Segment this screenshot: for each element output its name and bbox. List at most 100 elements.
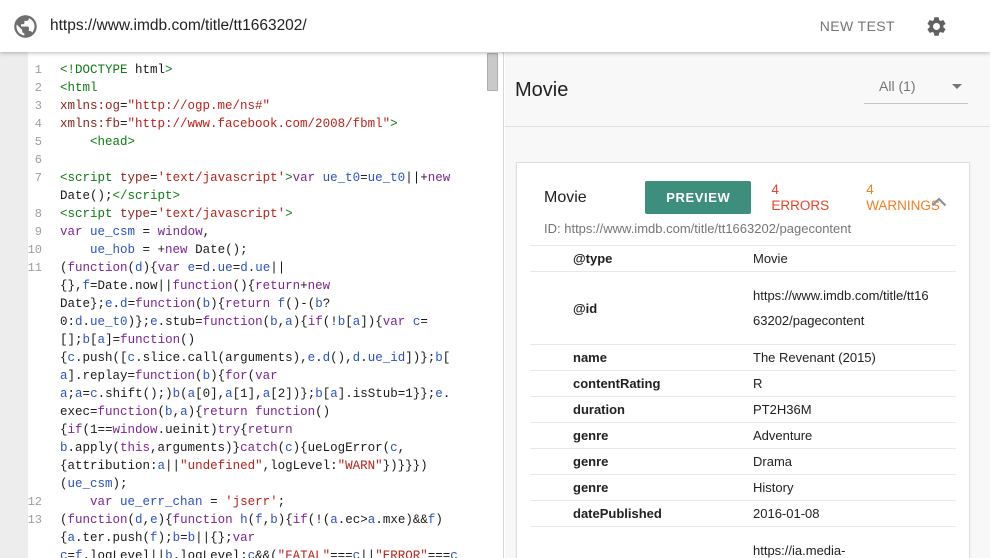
property-name: duration xyxy=(573,402,753,417)
line-number: 9 xyxy=(0,223,46,241)
results-pane: Movie All (1) Movie PREVIEW 4 ERRORS 4 W… xyxy=(505,52,990,558)
preview-button[interactable]: PREVIEW xyxy=(645,181,751,214)
line-number: 11 xyxy=(0,259,46,277)
code-text: <script type='text/javascript'>var ue_t0… xyxy=(60,171,450,185)
code-scrollbar-thumb[interactable] xyxy=(487,53,498,91)
line-number: 10 xyxy=(0,241,46,259)
property-row[interactable]: genreAdventure xyxy=(530,422,956,448)
code-text: Date();</script> xyxy=(60,189,180,203)
line-number: 4 xyxy=(0,115,46,133)
results-section-title: Movie xyxy=(515,79,568,102)
property-name: @type xyxy=(573,251,753,266)
property-row[interactable]: genreDrama xyxy=(530,448,956,474)
code-line: 13(function(d,e){function h(f,b){if(!(a.… xyxy=(0,511,503,529)
code-line: Date};e.d=function(b){return f()-(b? xyxy=(0,295,503,313)
movie-result-card: Movie PREVIEW 4 ERRORS 4 WARNINGS ID: ht… xyxy=(516,162,970,558)
code-line: [];b[a]=function() xyxy=(0,331,503,349)
code-line: {a.ter.push(f);b=b||{};var xyxy=(0,529,503,547)
line-number: 13 xyxy=(0,511,46,529)
results-header: Movie All (1) xyxy=(505,52,990,127)
code-line: 8<script type='text/javascript'> xyxy=(0,205,503,223)
line-number: 12 xyxy=(0,493,46,511)
code-line: 6 xyxy=(0,151,503,169)
code-editor[interactable]: 1 <!DOCTYPE html> 2 <html 3 xmlns:og="http://… xyxy=(0,52,504,558)
code-line: 12 var ue_err_chan = 'jserr'; xyxy=(0,493,503,511)
entity-id: ID: https://www.imdb.com/title/tt1663202… xyxy=(517,214,969,245)
code-line: 1 <!DOCTYPE html> xyxy=(0,61,503,79)
code-text: <!DOCTYPE html> xyxy=(60,63,173,77)
code-line: {c.push([c.slice.call(arguments),e.d(),d… xyxy=(0,349,503,367)
code-text: <head> xyxy=(60,135,135,149)
line-number: 3 xyxy=(0,97,46,115)
property-name: @id xyxy=(573,301,753,316)
code-text: c=f.logLevel||b.logLevel;c&&("FATAL"===c… xyxy=(60,549,458,558)
code-text: xmlns:og="http://ogp.me/ns#" xyxy=(60,99,270,113)
chevron-up-icon[interactable] xyxy=(931,197,947,207)
code-line: b.apply(this,arguments)}catch(c){ueLogEr… xyxy=(0,439,503,457)
code-line: {},f=Date.now||function(){return+new xyxy=(0,277,503,295)
code-text: Date};e.d=function(b){return f()-(b? xyxy=(60,297,330,311)
code-line: {if(1==window.ueinit)try{return xyxy=(0,421,503,439)
code-text: {attribution:a||"undefined",logLevel:"WA… xyxy=(60,459,428,473)
line-number: 1 xyxy=(0,61,46,79)
code-text: {},f=Date.now||function(){return+new xyxy=(60,279,330,293)
code-text: b.apply(this,arguments)}catch(c){ueLogEr… xyxy=(60,441,405,455)
property-row[interactable]: @typeMovie xyxy=(530,245,956,271)
errors-count: 4 xyxy=(771,182,846,198)
property-value: https://ia.media-imdb.com/images/M/MV5BY… xyxy=(753,538,956,558)
code-text: exec=function(b,a){return function() xyxy=(60,405,330,419)
code-line: Date();</script> xyxy=(0,187,503,205)
property-value: The Revenant (2015) xyxy=(753,345,956,370)
code-text: a;a=c.shift();)b(a[0],a[1],a[2])};b[a].i… xyxy=(60,387,450,401)
warnings-label: WARNINGS xyxy=(866,198,941,214)
results-filter-dropdown[interactable]: All (1) xyxy=(864,78,968,104)
new-test-button[interactable]: NEW TEST xyxy=(820,18,895,34)
code-line: 4xmlns:fb="http://www.facebook.com/2008/… xyxy=(0,115,503,133)
url-input[interactable]: https://www.imdb.com/title/tt1663202/ xyxy=(50,17,820,35)
code-text: <html xyxy=(60,81,98,95)
property-name: contentRating xyxy=(573,376,753,391)
property-row[interactable]: genreHistory xyxy=(530,474,956,500)
code-line: a;a=c.shift();)b(a[0],a[1],a[2])};b[a].i… xyxy=(0,385,503,403)
code-line: 0:d.ue_t0)};e.stub=function(b,a){if(!b[a… xyxy=(0,313,503,331)
code-line: 11 (function(d){var e=d.ue=d.ue|| xyxy=(0,259,503,277)
property-row[interactable]: contentRatingR xyxy=(530,370,956,396)
settings-gear-icon[interactable] xyxy=(925,15,948,38)
property-value: Movie xyxy=(753,246,956,271)
code-text: ue_hob = +new Date(); xyxy=(60,243,248,257)
code-line: 2 <html xyxy=(0,79,503,97)
toolbar: https://www.imdb.com/title/tt1663202/ NE… xyxy=(0,0,990,52)
entity-type-label: Movie xyxy=(544,189,645,207)
errors-badge[interactable]: 4 ERRORS xyxy=(771,182,846,214)
property-value: R xyxy=(753,371,956,396)
chevron-down-icon xyxy=(952,84,962,89)
line-number: 7 xyxy=(0,169,46,187)
property-row[interactable]: durationPT2H36M xyxy=(530,396,956,422)
card-header: Movie PREVIEW 4 ERRORS 4 WARNINGS xyxy=(517,163,969,214)
code-text: 0:d.ue_t0)};e.stub=function(b,a){if(!b[a… xyxy=(60,315,428,329)
code-line: (ue_csm); xyxy=(0,475,503,493)
property-row[interactable]: nameThe Revenant (2015) xyxy=(530,344,956,370)
code-text: [];b[a]=function() xyxy=(60,333,195,347)
code-line: {attribution:a||"undefined",logLevel:"WA… xyxy=(0,457,503,475)
code-line: exec=function(b,a){return function() xyxy=(0,403,503,421)
code-text: {if(1==window.ueinit)try{return xyxy=(60,423,293,437)
code-text: {a.ter.push(f);b=b||{};var xyxy=(60,531,255,545)
line-number: 5 xyxy=(0,133,46,151)
code-lines: 1 <!DOCTYPE html> 2 <html 3 xmlns:og="http://… xyxy=(0,52,503,558)
code-text: (function(d){var e=d.ue=d.ue|| xyxy=(60,261,285,275)
code-line: 7 <script type='text/javascript'>var ue_t… xyxy=(0,169,503,187)
property-value: 2016-01-08 xyxy=(753,501,956,526)
property-value: Adventure xyxy=(753,423,956,448)
line-number: 2 xyxy=(0,79,46,97)
code-line: 9var ue_csm = window, xyxy=(0,223,503,241)
warnings-badge[interactable]: 4 WARNINGS xyxy=(866,182,941,214)
property-row[interactable]: https://ia.media-imdb.com/images/M/MV5BY… xyxy=(530,526,956,558)
property-row[interactable]: datePublished2016-01-08 xyxy=(530,500,956,526)
property-row[interactable]: @idhttps://www.imdb.com/title/tt1663202/… xyxy=(530,271,956,344)
code-line: 10 ue_hob = +new Date(); xyxy=(0,241,503,259)
property-value: History xyxy=(753,475,956,500)
property-value: Drama xyxy=(753,449,956,474)
filter-selected-value: All (1) xyxy=(879,78,916,94)
line-number: 8 xyxy=(0,205,46,223)
